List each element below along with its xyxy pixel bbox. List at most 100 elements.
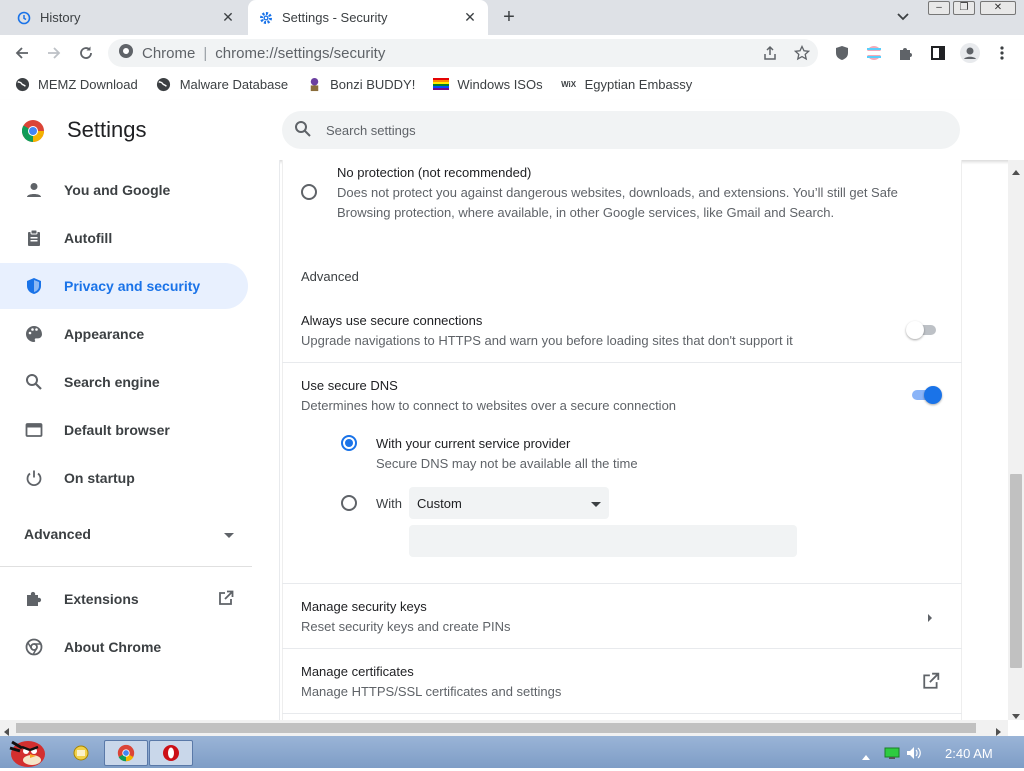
- security-keys-title: Manage security keys: [301, 599, 427, 614]
- flag-extension-icon[interactable]: [863, 42, 885, 64]
- horizontal-scroll-thumb[interactable]: [16, 723, 976, 733]
- volume-tray-icon[interactable]: [906, 746, 922, 763]
- ublock-extension-icon[interactable]: [831, 42, 853, 64]
- omnibox-label: Chrome: [142, 44, 196, 62]
- search-settings-field[interactable]: Search settings: [282, 111, 960, 149]
- tray-expand-arrow-icon[interactable]: [862, 749, 870, 764]
- restore-window-button[interactable]: ❐: [953, 1, 975, 15]
- radio-custom-provider[interactable]: [341, 495, 357, 511]
- manage-security-keys-row[interactable]: [282, 584, 962, 648]
- minimize-window-button[interactable]: –: [928, 1, 950, 15]
- sidebar-advanced-toggle[interactable]: Advanced: [24, 526, 234, 542]
- dns-provider-select-value: Custom: [417, 495, 462, 511]
- sidebar-item-autofill[interactable]: Autofill: [0, 215, 248, 261]
- chevron-right-icon: [927, 611, 933, 626]
- bookmarks-bar: MEMZ Download Malware Database Bonzi BUD…: [0, 70, 1024, 98]
- manage-certificates-row[interactable]: [282, 649, 962, 713]
- start-button-angry-bird-icon[interactable]: [4, 734, 50, 768]
- sidebar-item-on-startup[interactable]: On startup: [0, 455, 248, 501]
- sidebar-item-about-chrome[interactable]: About Chrome: [0, 624, 248, 670]
- clipboard-icon: [24, 228, 44, 248]
- chrome-outline-icon: [24, 637, 44, 657]
- dns-provider-select[interactable]: Custom: [409, 487, 609, 519]
- current-provider-title: With your current service provider: [376, 436, 571, 451]
- address-bar[interactable]: Chrome | chrome://settings/security: [108, 39, 818, 67]
- bookmark-windows-isos[interactable]: Windows ISOs: [433, 76, 543, 92]
- sidebar-item-you-and-google[interactable]: You and Google: [0, 167, 248, 213]
- secure-connections-desc: Upgrade navigations to HTTPS and warn yo…: [301, 333, 793, 348]
- taskbar-chrome-button[interactable]: [104, 740, 148, 766]
- sidebar-item-search-engine[interactable]: Search engine: [0, 359, 248, 405]
- secure-connections-title: Always use secure connections: [301, 313, 483, 328]
- custom-provider-label: With: [376, 496, 402, 511]
- sidebar-item-label: Search engine: [64, 374, 160, 390]
- sidebar-item-label: On startup: [64, 470, 135, 486]
- scroll-down-arrow-icon[interactable]: [1012, 708, 1020, 723]
- sidebar-item-default-browser[interactable]: Default browser: [0, 407, 248, 453]
- caret-down-icon: [224, 526, 234, 542]
- caret-down-icon: [591, 496, 601, 511]
- bookmark-egyptian-embassy[interactable]: WiX Egyptian Embassy: [561, 76, 692, 92]
- shield-icon: [24, 276, 44, 296]
- close-tab-icon[interactable]: ✕: [220, 9, 236, 26]
- wix-icon: WiX: [561, 79, 577, 89]
- sidebar-item-label: Autofill: [64, 230, 113, 246]
- custom-dns-input[interactable]: [409, 525, 797, 557]
- sidebar-divider: [0, 566, 252, 567]
- secure-dns-desc: Determines how to connect to websites ov…: [301, 398, 677, 413]
- radio-current-provider[interactable]: [341, 435, 357, 451]
- radio-no-protection[interactable]: [301, 184, 317, 200]
- secure-connections-toggle[interactable]: [906, 320, 936, 340]
- new-tab-button[interactable]: +: [498, 6, 520, 28]
- puzzle-icon: [24, 589, 44, 609]
- back-button[interactable]: [11, 42, 33, 64]
- sidebar-item-label: About Chrome: [64, 639, 162, 655]
- person-icon: [24, 180, 44, 200]
- side-panel-icon[interactable]: [927, 42, 949, 64]
- reload-button[interactable]: [75, 42, 97, 64]
- tab-history[interactable]: History ✕: [6, 0, 246, 35]
- power-icon: [24, 468, 44, 488]
- secure-dns-toggle[interactable]: [910, 385, 942, 405]
- search-placeholder: Search settings: [326, 122, 416, 138]
- sidebar-item-privacy-and-security[interactable]: Privacy and security: [0, 263, 248, 309]
- scroll-up-arrow-icon[interactable]: [1012, 164, 1020, 179]
- bookmark-memz-download[interactable]: MEMZ Download: [14, 76, 138, 92]
- toggle-knob: [924, 386, 942, 404]
- vertical-scroll-thumb[interactable]: [1010, 474, 1022, 668]
- open-in-new-icon: [922, 672, 940, 693]
- page-title: Settings: [67, 117, 147, 142]
- sidebar-item-label: Appearance: [64, 326, 145, 342]
- divider: [282, 713, 962, 714]
- bookmark-malware-database[interactable]: Malware Database: [156, 76, 288, 92]
- puzzle-extensions-icon[interactable]: [895, 42, 917, 64]
- profile-avatar[interactable]: [959, 42, 981, 64]
- globe-icon: [156, 76, 172, 92]
- forward-button[interactable]: [43, 42, 65, 64]
- quicklaunch-folder-icon[interactable]: [72, 744, 90, 762]
- sidebar-item-extensions[interactable]: Extensions: [0, 576, 260, 622]
- divider: [282, 362, 962, 363]
- taskbar-opera-button[interactable]: [149, 740, 193, 766]
- bookmark-star-icon[interactable]: [791, 42, 813, 64]
- close-tab-icon[interactable]: ✕: [462, 9, 478, 26]
- network-tray-icon[interactable]: [884, 746, 900, 763]
- more-menu-icon[interactable]: [991, 42, 1013, 64]
- share-icon[interactable]: [759, 42, 781, 64]
- sidebar-item-label: You and Google: [64, 182, 171, 198]
- search-icon: [24, 372, 44, 392]
- no-protection-desc-line1: Does not protect you against dangerous w…: [337, 185, 898, 200]
- chrome-logo-icon: [22, 120, 44, 142]
- tab-search-chevron-icon[interactable]: [896, 10, 912, 26]
- browser-icon: [24, 420, 44, 440]
- close-window-button[interactable]: ✕: [980, 1, 1016, 15]
- certificates-desc: Manage HTTPS/SSL certificates and settin…: [301, 684, 562, 699]
- tab-settings-security[interactable]: Settings - Security ✕: [248, 0, 488, 35]
- bookmark-bonzi-buddy[interactable]: Bonzi BUDDY!: [306, 76, 415, 92]
- sidebar-item-appearance[interactable]: Appearance: [0, 311, 248, 357]
- omnibox-url: chrome://settings/security: [215, 44, 386, 62]
- bookmark-label: MEMZ Download: [38, 76, 138, 92]
- toggle-knob: [906, 321, 924, 339]
- globe-icon: [14, 76, 30, 92]
- sidebar-advanced-label: Advanced: [24, 526, 91, 542]
